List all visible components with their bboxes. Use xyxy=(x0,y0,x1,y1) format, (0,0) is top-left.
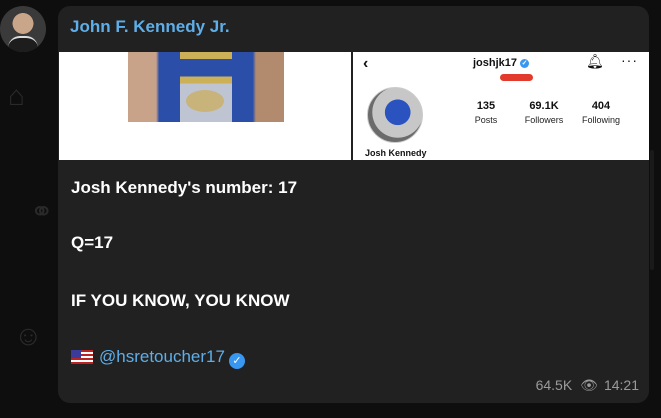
channel-mention[interactable]: @hsretoucher17 ✓ xyxy=(71,347,245,369)
view-count: 64.5K xyxy=(535,377,573,393)
profile-picture xyxy=(367,87,423,143)
sender-avatar[interactable] xyxy=(0,6,46,52)
message-media[interactable]: ‹ joshjk17 ✓ 🔔︎ ··· 135 Posts 69.1K Follo… xyxy=(58,52,649,160)
scrollbar[interactable] xyxy=(650,150,654,270)
us-flag-icon xyxy=(71,350,93,364)
instagram-profile-screenshot: ‹ joshjk17 ✓ 🔔︎ ··· 135 Posts 69.1K Follo… xyxy=(353,52,649,160)
eye-icon: 👁︎ xyxy=(580,377,598,393)
doodle-cat-icon: ☺ xyxy=(14,320,43,351)
message-line-2: Q=17 xyxy=(71,233,114,252)
message-bubble: John F. Kennedy Jr. ‹ joshjk17 ✓ 🔔︎ ··· 1… xyxy=(58,6,649,403)
stat-following: 404 Following xyxy=(581,100,621,125)
channel-handle[interactable]: @hsretoucher17 xyxy=(99,347,225,366)
bell-icon: 🔔︎ xyxy=(586,53,604,69)
profile-display-name: Josh Kennedy xyxy=(365,148,427,158)
verified-icon: ✓ xyxy=(520,58,530,68)
message-time: 14:21 xyxy=(603,377,639,393)
message-line-1: Josh Kennedy's number: 17 xyxy=(71,178,298,197)
message-meta: 64.5K 👁︎ 14:21 xyxy=(536,377,639,394)
player-photo xyxy=(59,52,351,160)
message-line-3: IF YOU KNOW, YOU KNOW xyxy=(71,291,290,310)
doodle-bone-icon: ⚭ xyxy=(30,196,54,227)
doodle-house-icon: ⌂ xyxy=(8,80,25,111)
avatar-figure xyxy=(8,36,38,52)
instagram-username: joshjk17 ✓ xyxy=(473,57,530,69)
more-icon: ··· xyxy=(621,52,638,68)
back-arrow-icon: ‹ xyxy=(363,55,369,72)
verified-badge-icon: ✓ xyxy=(228,353,245,369)
sender-name[interactable]: John F. Kennedy Jr. xyxy=(70,17,230,37)
player-image xyxy=(128,52,284,122)
red-scribble xyxy=(500,74,533,81)
eagle-logo-icon xyxy=(186,90,224,112)
